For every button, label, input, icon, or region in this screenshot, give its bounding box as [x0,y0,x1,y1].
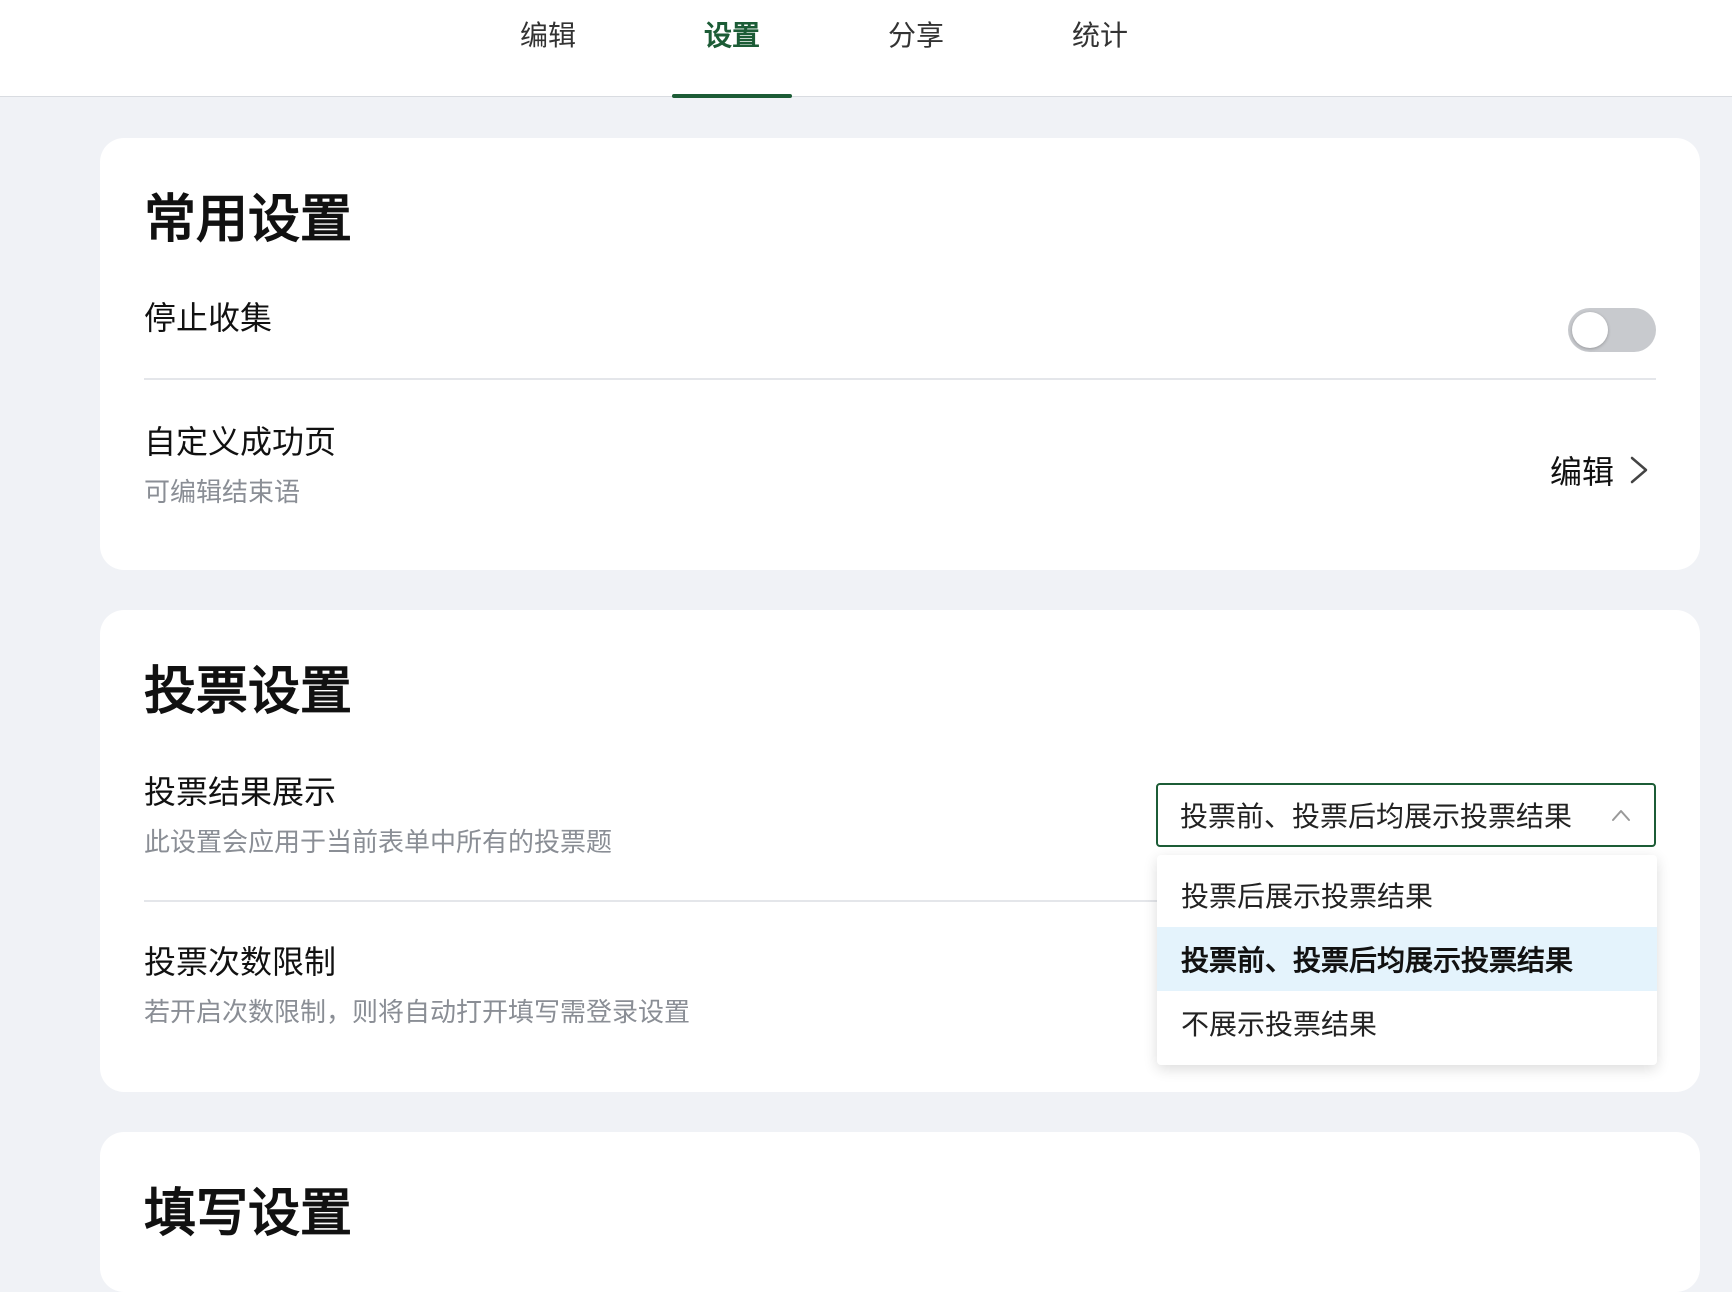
divider [144,378,1656,380]
top-tab-bar: 编辑 设置 分享 统计 [0,0,1732,98]
dropdown-option[interactable]: 投票后展示投票结果 [1157,863,1657,927]
success-page-sub: 可编辑结束语 [144,478,301,508]
result-display-select[interactable]: 投票前、投票后均展示投票结果 [1156,783,1656,847]
edit-link-label: 编辑 [1550,453,1615,491]
chevron-up-icon [1612,810,1630,821]
dropdown-option-selected[interactable]: 投票前、投票后均展示投票结果 [1157,927,1657,991]
chevron-right-icon [1630,456,1648,484]
result-display-label: 投票结果展示 [144,773,337,811]
tab-edit[interactable]: 编辑 [488,0,608,97]
count-limit-label: 投票次数限制 [144,943,337,981]
stop-collect-label: 停止收集 [144,299,273,337]
fill-settings-card: 填写设置 [100,1132,1700,1292]
tab-settings[interactable]: 设置 [672,0,792,97]
stop-collect-toggle[interactable] [1568,308,1656,352]
success-page-edit-button[interactable]: 编辑 [1550,448,1650,492]
result-display-sub: 此设置会应用于当前表单中所有的投票题 [144,828,613,858]
result-display-dropdown: 投票后展示投票结果 投票前、投票后均展示投票结果 不展示投票结果 [1157,855,1657,1065]
tab-statistics[interactable]: 统计 [1040,0,1160,97]
count-limit-sub: 若开启次数限制，则将自动打开填写需登录设置 [144,998,691,1028]
toggle-knob [1572,312,1608,348]
select-value: 投票前、投票后均展示投票结果 [1180,800,1573,833]
common-settings-card: 常用设置 停止收集 自定义成功页 可编辑结束语 编辑 [100,138,1700,570]
vote-settings-title: 投票设置 [144,662,353,722]
fill-settings-title: 填写设置 [144,1184,353,1244]
tab-share[interactable]: 分享 [856,0,976,97]
common-settings-title: 常用设置 [144,190,353,250]
active-tab-indicator [672,94,792,98]
dropdown-option[interactable]: 不展示投票结果 [1157,991,1657,1055]
success-page-label: 自定义成功页 [144,423,337,461]
